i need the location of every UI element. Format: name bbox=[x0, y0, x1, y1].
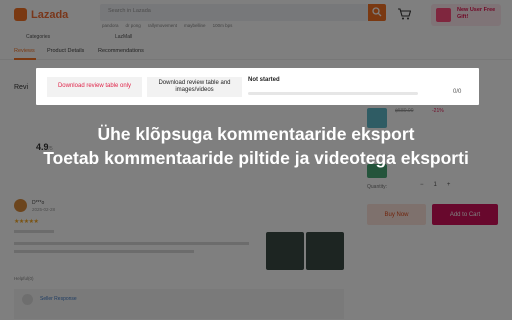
export-status: Not started bbox=[248, 77, 280, 83]
download-table-only-button[interactable]: Download review table only bbox=[47, 77, 142, 97]
export-panel: Download review table only Download revi… bbox=[36, 68, 479, 105]
caption-line-1: Ühe klõpsuga kommentaaride eksport bbox=[97, 124, 415, 144]
progress-bar bbox=[248, 92, 418, 95]
caption-line-2: Toetab kommentaaride piltide ja videoteg… bbox=[43, 148, 469, 168]
progress-count: 0/0 bbox=[453, 89, 462, 95]
download-table-media-button[interactable]: Download review table and images/videos bbox=[147, 77, 242, 97]
page: Lazada Search in Lazada New User Free Gi… bbox=[0, 0, 512, 320]
